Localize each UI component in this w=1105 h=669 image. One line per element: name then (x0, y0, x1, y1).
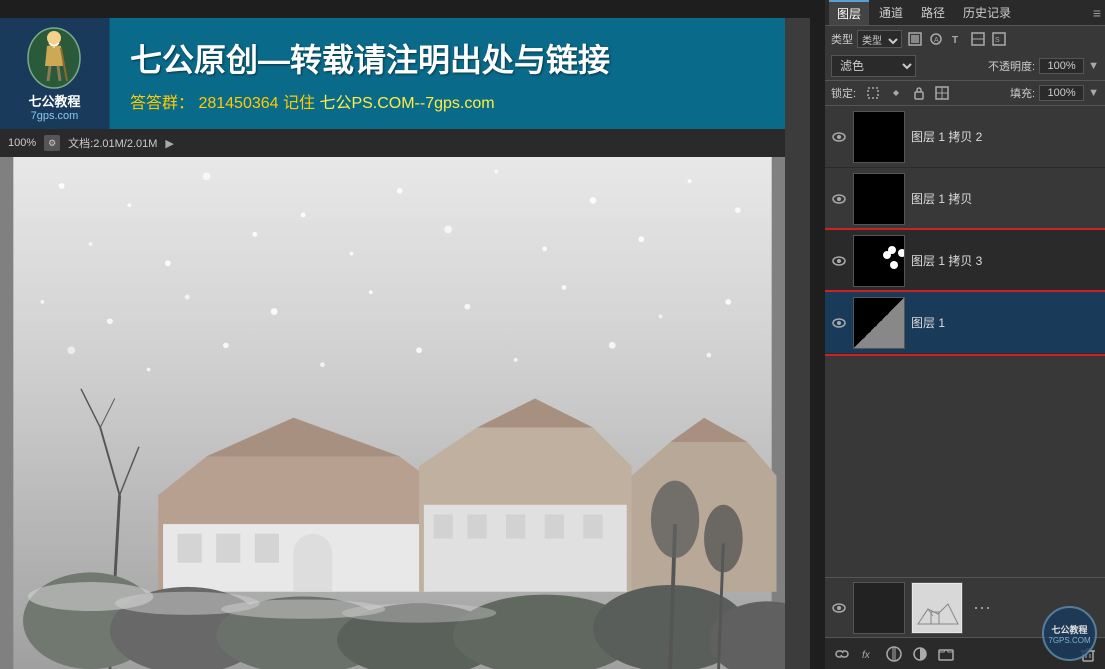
opacity-arrow[interactable]: ▼ (1088, 60, 1099, 72)
new-group-icon[interactable] (935, 643, 957, 665)
layer-icon-img[interactable] (906, 30, 924, 48)
lock-icons (864, 84, 951, 102)
lock-artboard-icon[interactable] (933, 84, 951, 102)
progress-arrow[interactable]: ▶ (165, 137, 173, 150)
blend-row: 滤色 不透明度: ▼ (825, 52, 1105, 81)
panel-menu-icon[interactable]: ≡ (1093, 5, 1101, 21)
layer-name-1: 图层 1 (911, 314, 1099, 331)
watermark-text: 七公教程 (1051, 623, 1087, 636)
layer-icon-shape[interactable] (969, 30, 987, 48)
search-icons: A T S (906, 30, 1008, 48)
svg-text:T: T (952, 35, 958, 46)
right-panel: 图层 通道 路径 历史记录 ≡ 类型 类型 A T S (825, 0, 1105, 669)
fill-label: 填充: (1010, 85, 1035, 101)
canvas-svg (0, 157, 785, 669)
fill-arrow[interactable]: ▼ (1088, 87, 1099, 99)
toolbar-bar: 100% ⚙ 文档:2.01M/2.01M ▶ (0, 129, 785, 157)
layer-item-copy[interactable]: 图层 1 拷贝 (825, 168, 1105, 230)
photo-canvas (0, 157, 785, 669)
search-type-label: 类型 (831, 31, 853, 47)
layer-thumb-copy2 (853, 111, 905, 163)
subtitle-highlight: 七公PS.COM--7gps.com (319, 95, 494, 112)
lock-position-icon[interactable] (910, 84, 928, 102)
layer-icon-smart[interactable]: S (990, 30, 1008, 48)
eye-icon-1[interactable] (831, 315, 847, 331)
logo-icon (27, 26, 82, 91)
more-icon[interactable]: ··· (973, 597, 991, 618)
opacity-label: 不透明度: (988, 58, 1035, 74)
layer-icon-adjustment[interactable]: A (927, 30, 945, 48)
eye-icon-copy3[interactable] (831, 253, 847, 269)
layer-name-copy: 图层 1 拷贝 (911, 190, 1099, 207)
opacity-input[interactable] (1039, 58, 1084, 74)
fx-icon[interactable]: fx (857, 643, 879, 665)
search-row: 类型 类型 A T S (825, 26, 1105, 52)
layer-item-copy2[interactable]: 图层 1 拷贝 2 (825, 106, 1105, 168)
layer-thumb-copy3 (853, 235, 905, 287)
eye-icon-bg[interactable] (831, 600, 847, 616)
svg-text:S: S (995, 37, 1000, 44)
layer-name-copy3: 图层 1 拷贝 3 (911, 252, 1099, 269)
fill-input[interactable] (1039, 85, 1084, 101)
layer-icon-text[interactable]: T (948, 30, 966, 48)
blend-mode-select[interactable]: 滤色 (831, 55, 916, 77)
layer-thumb-copy (853, 173, 905, 225)
layer-thumb-1 (853, 297, 905, 349)
tab-layers[interactable]: 图层 (829, 0, 869, 25)
tab-paths[interactable]: 路径 (913, 1, 953, 24)
layer-thumb-sketch (911, 582, 963, 634)
subtitle-prefix: 答答群： 281450364 记住 (130, 95, 315, 112)
link-layers-icon[interactable] (831, 643, 853, 665)
layer-name-copy2: 图层 1 拷贝 2 (911, 128, 1099, 145)
add-mask-icon[interactable] (883, 643, 905, 665)
panel-tabs: 图层 通道 路径 历史记录 ≡ (825, 0, 1105, 26)
lock-transparent-icon[interactable] (864, 84, 882, 102)
doc-info: 文档:2.01M/2.01M (68, 135, 157, 151)
fill-row: 填充: ▼ (1010, 85, 1099, 101)
tab-channels[interactable]: 通道 (871, 1, 911, 24)
banner-title: 七公原创—转载请注明出处与链接 (130, 35, 765, 81)
watermark: 七公教程 7GPS.COM (1042, 606, 1097, 661)
watermark-sub: 7GPS.COM (1048, 636, 1090, 645)
svg-text:A: A (934, 37, 939, 44)
logo-sub: 7gps.com (31, 110, 79, 122)
banner-logo: 七公教程 7gps.com (0, 18, 110, 129)
tab-history[interactable]: 历史记录 (955, 1, 1019, 24)
banner-content: 七公原创—转载请注明出处与链接 答答群： 281450364 记住 七公PS.C… (110, 27, 785, 121)
adjustment-layer-icon[interactable] (909, 643, 931, 665)
lock-row: 锁定: 填充: ▼ (825, 81, 1105, 106)
search-type-select[interactable]: 类型 (858, 35, 901, 48)
settings-icon[interactable]: ⚙ (44, 135, 60, 151)
banner-subtitle: 答答群： 281450364 记住 七公PS.COM--7gps.com (130, 89, 765, 113)
lock-label: 锁定: (831, 85, 856, 101)
layers-list[interactable]: 图层 1 拷贝 2 图层 1 拷贝 图层 1 拷贝 3 (825, 106, 1105, 577)
eye-icon-copy2[interactable] (831, 129, 847, 145)
opacity-row: 不透明度: ▼ (988, 58, 1099, 74)
layer-item-copy3[interactable]: 图层 1 拷贝 3 (825, 230, 1105, 292)
layer-thumb-bg (853, 582, 905, 634)
ruler-right (810, 18, 825, 669)
logo-text: 七公教程 (28, 91, 80, 110)
zoom-value: 100% (8, 137, 36, 149)
search-select-box[interactable]: 类型 (857, 30, 902, 48)
svg-text:fx: fx (862, 650, 871, 661)
lock-pixels-icon[interactable] (887, 84, 905, 102)
eye-icon-copy[interactable] (831, 191, 847, 207)
banner: 七公教程 7gps.com 七公原创—转载请注明出处与链接 答答群： 28145… (0, 18, 785, 129)
layer-item-1[interactable]: 图层 1 (825, 292, 1105, 354)
canvas-area: 七公教程 7gps.com 七公原创—转载请注明出处与链接 答答群： 28145… (0, 18, 810, 669)
